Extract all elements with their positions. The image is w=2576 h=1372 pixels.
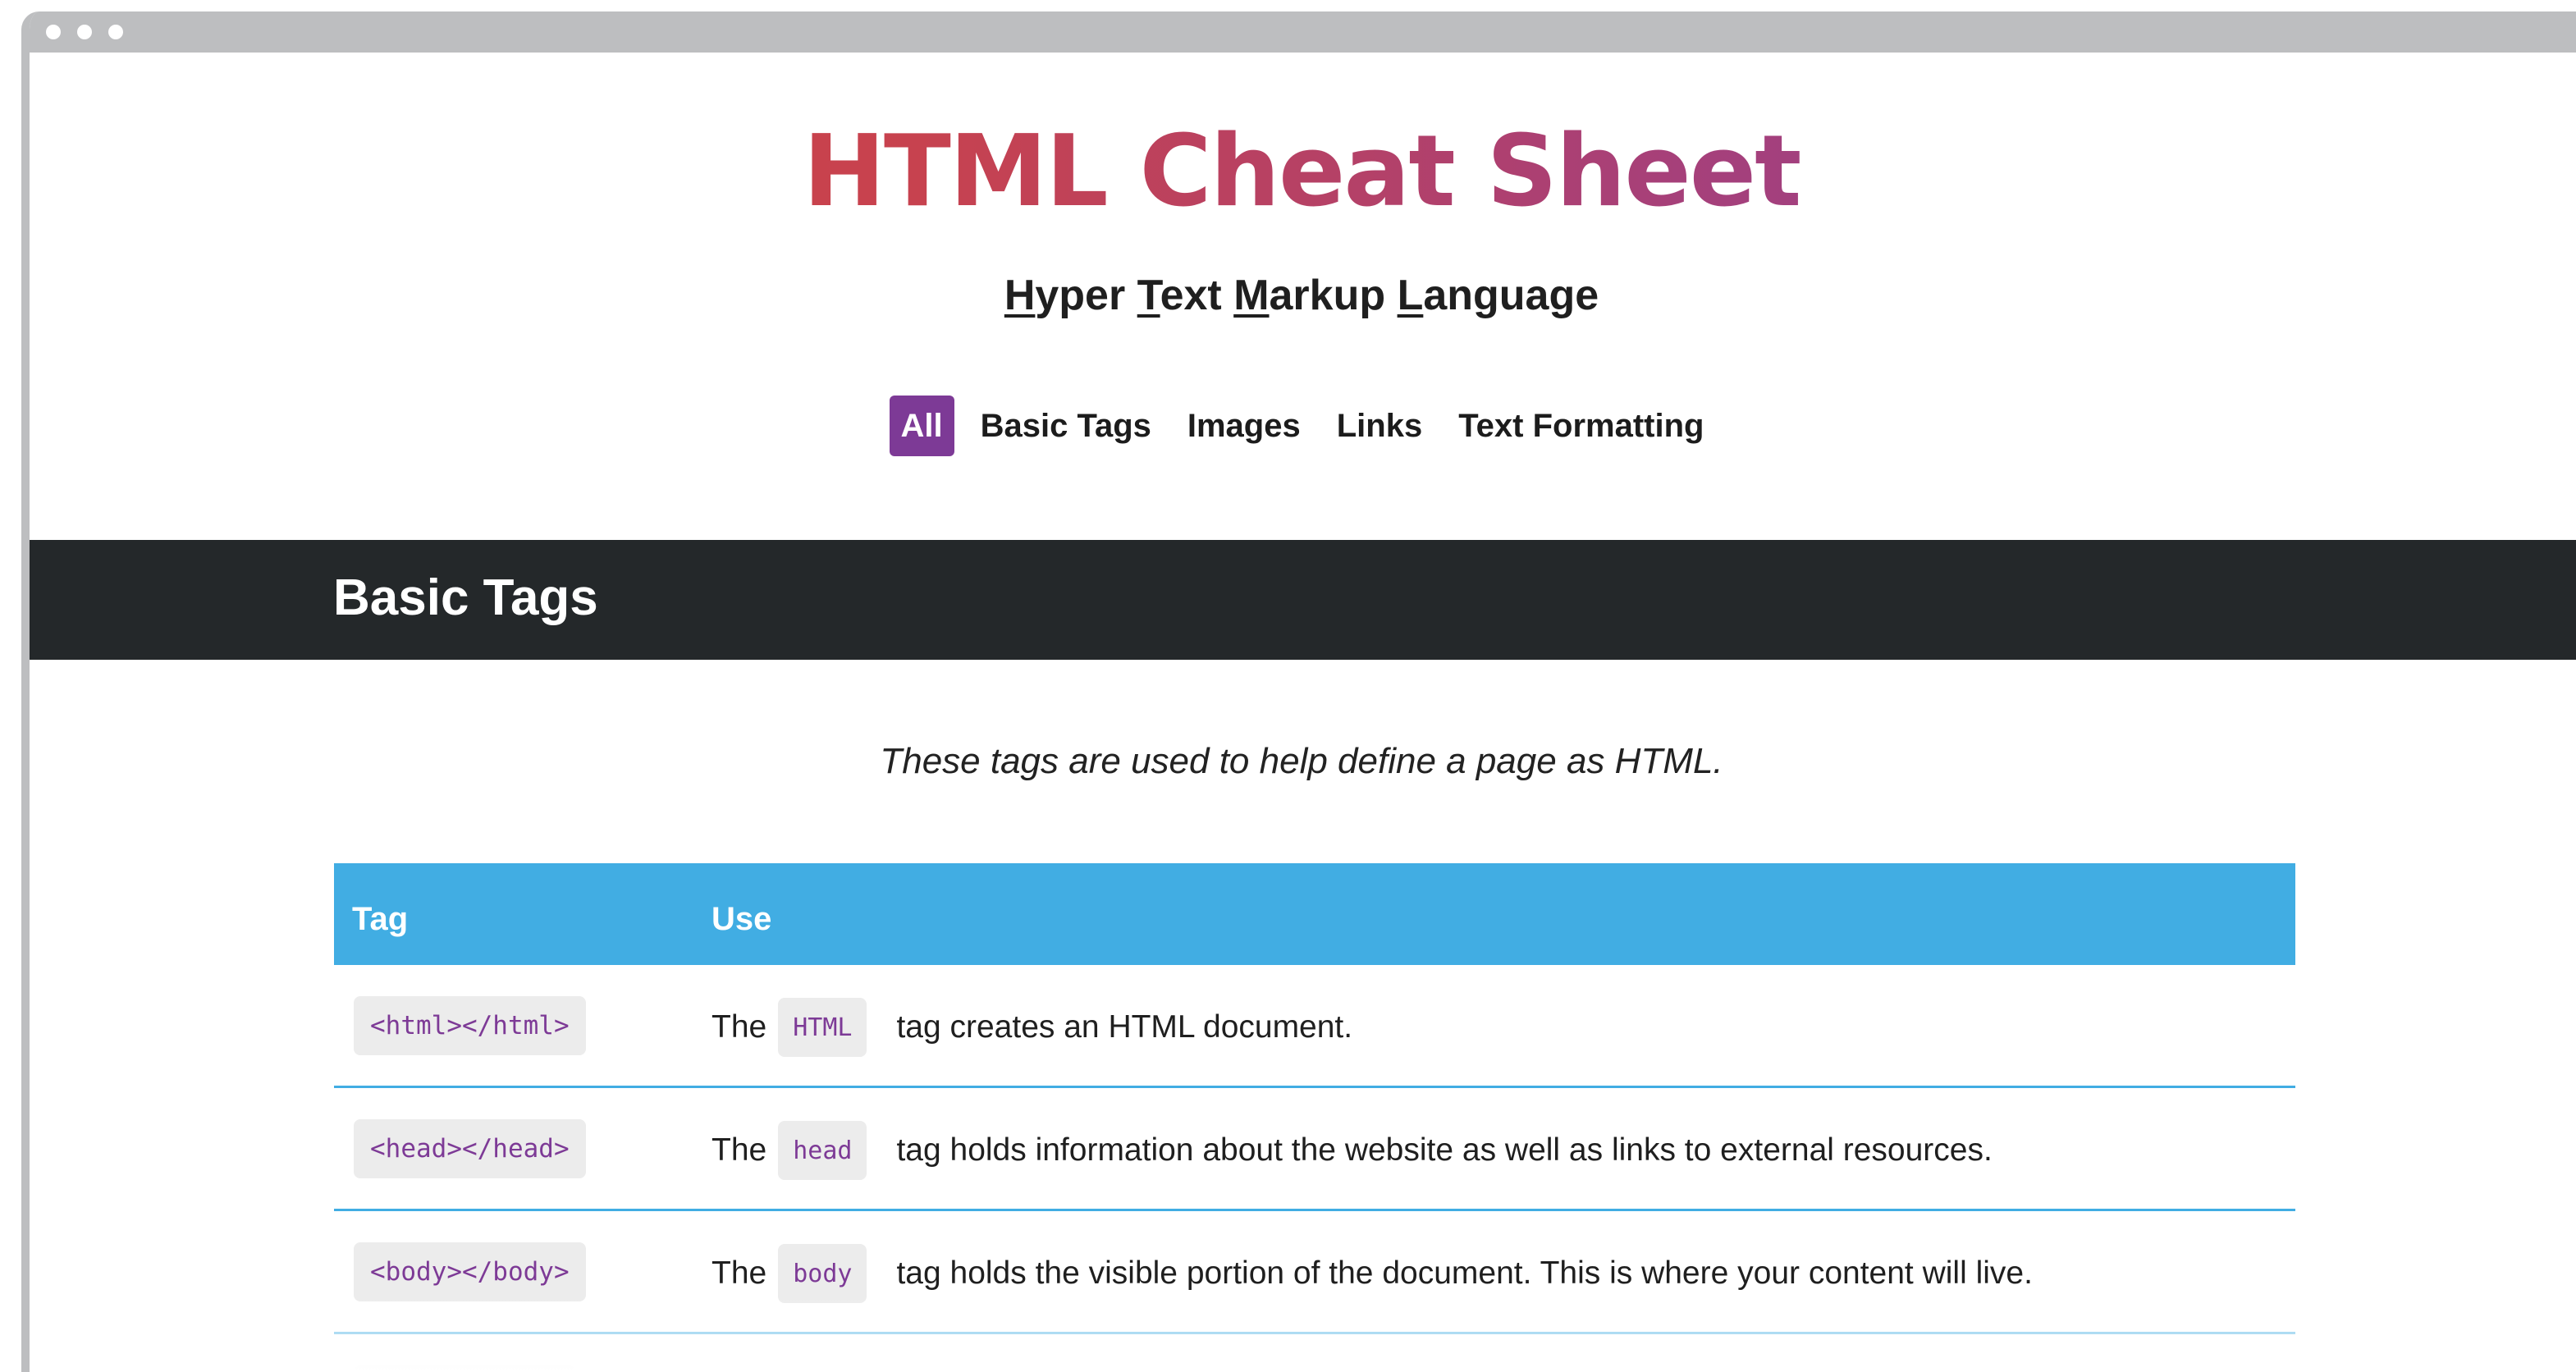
table-row: <head></head> The head tag holds informa…	[334, 1088, 2295, 1211]
filter-nav: All Basic Tags Images Links Text Formatt…	[30, 396, 2574, 456]
nav-item-all[interactable]: All	[889, 396, 954, 456]
column-header-use: Use	[711, 901, 772, 937]
column-header-tag: Tag	[352, 901, 409, 937]
section-title: Basic Tags	[333, 569, 598, 626]
subtitle-word-rest: ext	[1160, 272, 1234, 319]
subtitle-letter-l: L	[1397, 272, 1424, 319]
table-header: Tag Use	[334, 863, 2295, 965]
subtitle-word-rest: arkup	[1269, 272, 1398, 319]
subtitle-word-rest: yper	[1035, 272, 1137, 319]
use-suffix: tag holds the visible portion of the doc…	[896, 1255, 2033, 1291]
window-titlebar	[30, 11, 2576, 53]
table-row: <body></body> The body tag holds the vis…	[334, 1211, 2295, 1334]
tag-code: <head></head>	[354, 1119, 586, 1178]
section-description: These tags are used to help define a pag…	[880, 741, 1723, 781]
inline-code: HTML	[778, 998, 867, 1057]
nav-item-text-formatting[interactable]: Text Formatting	[1448, 398, 1714, 454]
nav-item-links[interactable]: Links	[1327, 398, 1432, 454]
subtitle-letter-h: H	[1004, 272, 1036, 319]
use-prefix: The	[711, 1132, 767, 1168]
page-content: HTML Cheat Sheet Hyper Text Markup Langu…	[30, 53, 2576, 1372]
use-prefix: The	[711, 1255, 767, 1291]
use-description: The head tag holds information about the…	[711, 1121, 1993, 1180]
tag-code: <html></html>	[354, 996, 586, 1055]
tag-code: <body></body>	[354, 1242, 586, 1301]
tags-table: Tag Use <html></html> The HTML tag creat…	[334, 863, 2295, 1372]
use-prefix: The	[711, 1009, 767, 1045]
use-suffix: tag holds information about the website …	[896, 1132, 1993, 1168]
window-close-dot[interactable]	[46, 25, 61, 39]
nav-item-basic-tags[interactable]: Basic Tags	[971, 398, 1161, 454]
browser-window: HTML Cheat Sheet Hyper Text Markup Langu…	[21, 11, 2576, 1372]
table-row-partial	[334, 1334, 2295, 1372]
use-description: The body tag holds the visible portion o…	[711, 1244, 2033, 1303]
window-maximize-dot[interactable]	[108, 25, 123, 39]
page-title: HTML Cheat Sheet	[30, 123, 2574, 222]
table-row: <html></html> The HTML tag creates an HT…	[334, 965, 2295, 1088]
inline-code: body	[778, 1244, 867, 1303]
tag-code-cutoff	[354, 1365, 575, 1372]
window-minimize-dot[interactable]	[77, 25, 92, 39]
inline-code: head	[778, 1121, 867, 1180]
nav-item-images[interactable]: Images	[1178, 398, 1311, 454]
subtitle-letter-t: T	[1137, 272, 1160, 319]
subtitle-letter-m: M	[1233, 272, 1270, 319]
page-subtitle: Hyper Text Markup Language	[30, 274, 2574, 317]
subtitle-word-rest: anguage	[1423, 272, 1599, 319]
use-suffix: tag creates an HTML document.	[896, 1009, 1353, 1045]
section-header-bar: Basic Tags	[30, 540, 2576, 660]
use-description: The HTML tag creates an HTML document.	[711, 998, 1353, 1057]
